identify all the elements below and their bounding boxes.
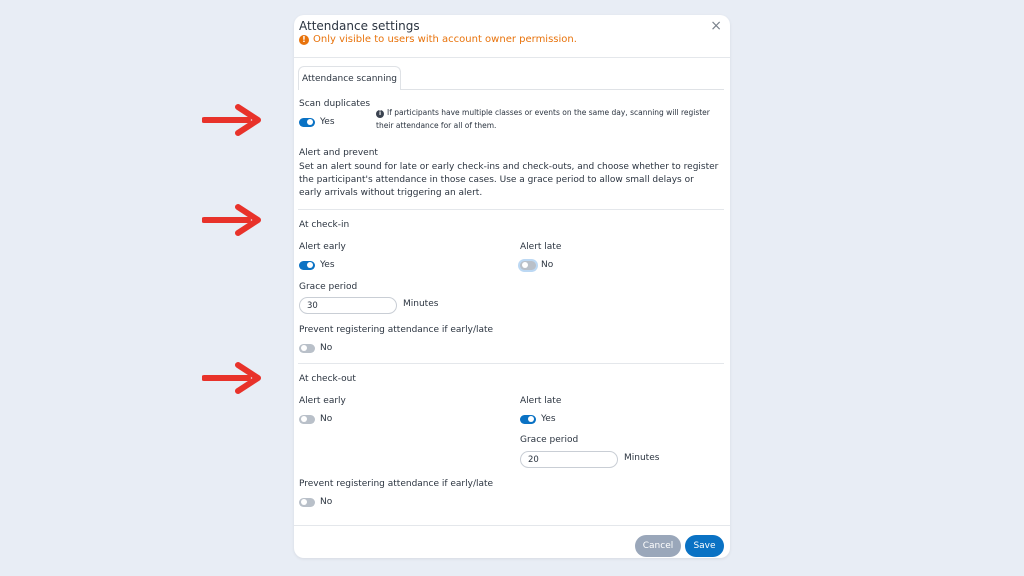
section-divider [298,363,724,364]
alert-prevent-description: Set an alert sound for late or early che… [299,162,719,198]
check-in-grace-period-label: Grace period [299,282,358,292]
check-out-grace-period-input[interactable]: 20 [520,451,618,468]
close-icon[interactable]: × [710,18,722,34]
check-in-alert-early-label: Alert early [299,242,346,252]
check-in-alert-late-label: Alert late [520,242,562,252]
toggle-value: Yes [320,260,335,270]
dialog-title: Attendance settings [299,19,420,33]
toggle-value: Yes [320,117,335,127]
toggle-switch-icon [299,414,315,424]
check-out-title: At check-out [299,374,356,384]
permission-notice: ! Only visible to users with account own… [299,34,577,45]
header-divider [294,57,730,58]
toggle-switch-icon [299,260,315,270]
footer-divider [294,525,730,526]
scan-duplicates-toggle[interactable]: Yes [299,117,335,127]
section-divider [298,209,724,210]
check-in-grace-period-unit: Minutes [403,299,439,309]
check-in-grace-period-input[interactable]: 30 [299,297,397,314]
check-out-alert-late-label: Alert late [520,396,562,406]
cancel-button[interactable]: Cancel [635,535,681,557]
scan-duplicates-info-text: If participants have multiple classes or… [376,108,710,130]
info-icon: i [376,109,384,118]
toggle-value: No [320,343,333,353]
check-in-prevent-label: Prevent registering attendance if early/… [299,325,494,335]
check-out-prevent-toggle[interactable]: No [299,497,332,507]
toggle-value: No [541,260,554,270]
check-out-alert-late-toggle[interactable]: Yes [520,414,556,424]
check-out-alert-early-toggle[interactable]: No [299,414,332,424]
annotation-arrow-icon [202,103,264,137]
warning-icon: ! [299,34,309,45]
toggle-value: No [320,497,333,507]
toggle-switch-icon [520,414,536,424]
toggle-switch-icon [299,343,315,353]
toggle-value: Yes [541,414,556,424]
check-in-alert-late-toggle[interactable]: No [520,260,553,270]
check-out-grace-period-label: Grace period [520,435,579,445]
attendance-settings-dialog: Attendance settings × ! Only visible to … [294,15,730,558]
tab-divider [401,89,724,90]
check-in-title: At check-in [299,220,350,230]
save-button[interactable]: Save [685,535,724,557]
check-out-alert-early-label: Alert early [299,396,346,406]
annotation-arrow-icon [202,361,264,395]
toggle-switch-icon [299,117,315,127]
check-out-grace-period-unit: Minutes [624,453,660,463]
check-in-prevent-toggle[interactable]: No [299,343,332,353]
check-out-prevent-label: Prevent registering attendance if early/… [299,479,494,489]
toggle-switch-icon [299,497,315,507]
toggle-value: No [320,414,333,424]
tab-attendance-scanning[interactable]: Attendance scanning [298,66,401,90]
toggle-switch-icon [520,260,536,270]
scan-duplicates-info: i If participants have multiple classes o… [376,106,726,132]
scan-duplicates-label: Scan duplicates [299,99,371,109]
check-in-alert-early-toggle[interactable]: Yes [299,260,335,270]
alert-prevent-title: Alert and prevent [299,148,378,158]
permission-notice-text: Only visible to users with account owner… [313,34,577,45]
annotation-arrow-icon [202,203,264,237]
